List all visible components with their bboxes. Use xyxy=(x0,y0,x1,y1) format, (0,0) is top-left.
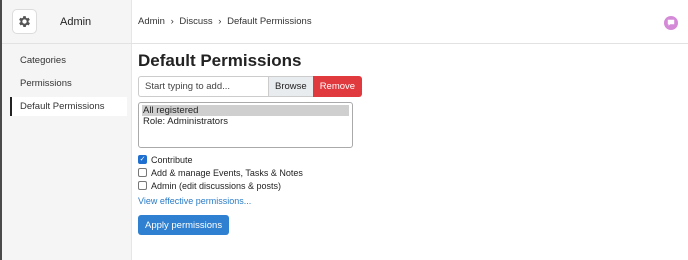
breadcrumb-separator: › xyxy=(218,16,222,27)
top-bar: Admin › Discuss › Default Permissions xyxy=(130,0,688,44)
app-window: Admin Categories Permissions Default Per… xyxy=(0,0,688,260)
brand: Admin xyxy=(2,0,131,44)
breadcrumb-separator: › xyxy=(170,16,174,27)
sidebar-item-permissions[interactable]: Permissions xyxy=(10,74,131,93)
chat-bubble-icon[interactable] xyxy=(664,16,678,30)
permission-label: Contribute xyxy=(151,154,193,165)
breadcrumb-current: Default Permissions xyxy=(227,16,312,27)
manage-events-checkbox[interactable] xyxy=(138,168,147,177)
list-option[interactable]: Role: Administrators xyxy=(142,116,349,127)
permission-manage-events: Add & manage Events, Tasks & Notes xyxy=(138,166,362,179)
app-title: Admin xyxy=(60,15,92,28)
main-content: Default Permissions Browse Remove All re… xyxy=(138,43,363,235)
sidebar-nav: Categories Permissions Default Permissio… xyxy=(2,51,131,116)
remove-button[interactable]: Remove xyxy=(312,76,363,97)
breadcrumb: Admin › Discuss › Default Permissions xyxy=(138,16,315,27)
roles-listbox[interactable]: All registered Role: Administrators xyxy=(138,102,353,148)
permission-label: Add & manage Events, Tasks & Notes xyxy=(151,167,303,178)
search-input[interactable] xyxy=(138,76,268,97)
admin-checkbox[interactable] xyxy=(138,181,147,190)
sidebar-item-default-permissions[interactable]: Default Permissions xyxy=(10,97,127,116)
sidebar: Admin Categories Permissions Default Per… xyxy=(0,0,132,260)
gear-icon[interactable] xyxy=(12,9,37,34)
breadcrumb-discuss[interactable]: Discuss xyxy=(179,16,212,27)
browse-button[interactable]: Browse xyxy=(268,76,313,97)
page-title: Default Permissions xyxy=(138,51,302,70)
permission-contribute: ✓ Contribute xyxy=(138,153,362,166)
add-role-row: Browse Remove xyxy=(138,76,363,97)
permission-checkboxes: ✓ Contribute Add & manage Events, Tasks … xyxy=(138,153,362,192)
apply-permissions-button[interactable]: Apply permissions xyxy=(138,215,230,235)
view-effective-permissions-link[interactable]: View effective permissions... xyxy=(138,196,362,206)
breadcrumb-admin[interactable]: Admin xyxy=(138,16,165,27)
permission-label: Admin (edit discussions & posts) xyxy=(151,180,282,191)
contribute-checkbox[interactable]: ✓ xyxy=(138,155,147,164)
permission-admin: Admin (edit discussions & posts) xyxy=(138,179,362,192)
list-option[interactable]: All registered xyxy=(142,105,349,116)
sidebar-item-categories[interactable]: Categories xyxy=(10,51,131,70)
